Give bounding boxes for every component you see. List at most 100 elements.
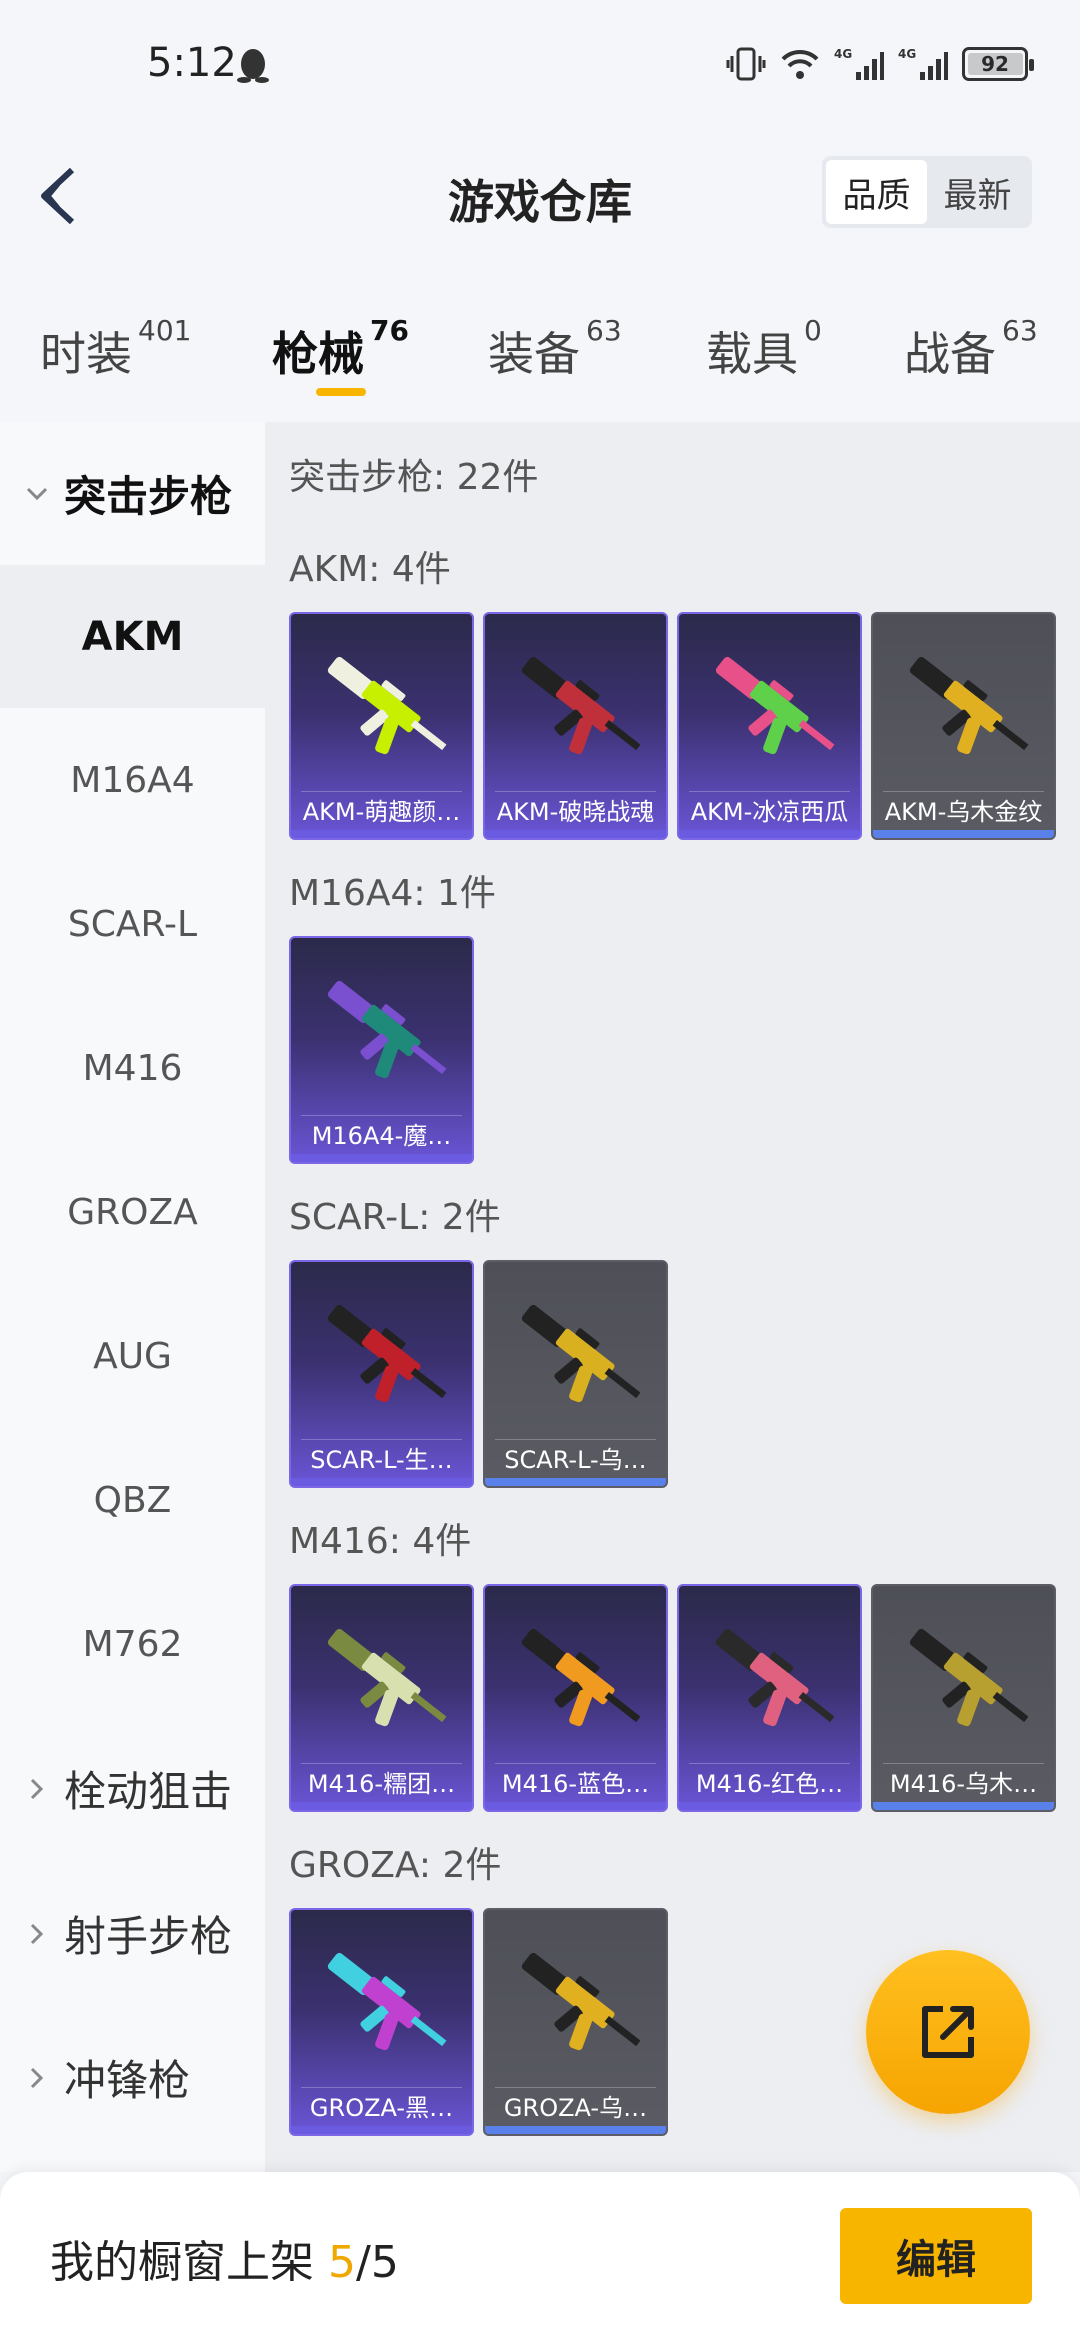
weapon-card[interactable]: SCAR-L-乌… [483, 1260, 668, 1488]
weapon-name: AKM-萌趣颜… [302, 798, 461, 826]
quality-bar [291, 2126, 472, 2134]
section-title: M416: 4件 [289, 1521, 472, 1562]
active-tab-indicator [316, 388, 366, 396]
quality-bar [873, 830, 1054, 838]
wifi-icon [781, 49, 819, 79]
showcase-label: 我的橱窗上架 [50, 2237, 314, 2288]
weapon-card[interactable]: M416-乌木… [871, 1584, 1056, 1812]
weapon-skin-image [521, 1304, 641, 1403]
quality-bar [485, 830, 666, 838]
signal-4g-icon-2: 4G [898, 47, 948, 80]
sidebar-item-aug[interactable]: AUG [0, 1285, 265, 1428]
sort-quality-button[interactable]: 品质 [826, 160, 927, 224]
weapon-card[interactable]: M416-蓝色… [483, 1584, 668, 1812]
weapon-grid-area: 突击步枪: 22件 AKM: 4件 AKM-萌趣颜… AKM-破晓战魂 AKM-冰凉西… [265, 422, 1080, 2172]
weapon-name: AKM-破晓战魂 [496, 798, 655, 826]
weapon-name: GROZA-黑… [309, 2094, 454, 2122]
weapon-name: M416-红色… [695, 1770, 844, 1798]
tab-count: 76 [370, 314, 409, 347]
sidebar-item-groza[interactable]: GROZA [0, 1141, 265, 1284]
sidebar-group-label: 射手步枪 [64, 1912, 233, 1961]
weapon-card[interactable]: M416-糯团… [289, 1584, 474, 1812]
showcase-status: 我的橱窗上架 5/5 [50, 2226, 399, 2290]
status-icons: 4G 4G 92 [726, 44, 1034, 84]
weapon-skin-image [327, 980, 447, 1079]
weapon-name: AKM-乌木金纹 [884, 798, 1043, 826]
weapon-skin-image [327, 1304, 447, 1403]
sidebar-item-m416[interactable]: M416 [0, 997, 265, 1140]
tab-fashion[interactable]: 时装 401 [40, 314, 191, 384]
weapon-card[interactable]: M16A4-魔… [289, 936, 474, 1164]
share-export-icon [922, 2006, 974, 2058]
section-title: GROZA: 2件 [289, 1845, 502, 1886]
svg-text:4G: 4G [898, 47, 916, 61]
showcase-total: /5 [356, 2237, 399, 2288]
quality-bar [485, 1802, 666, 1810]
sidebar-item-qbz[interactable]: QBZ [0, 1429, 265, 1572]
weapon-name: M416-乌木… [889, 1770, 1038, 1798]
weapon-card[interactable]: AKM-萌趣颜… [289, 612, 474, 840]
weapon-card[interactable]: GROZA-乌… [483, 1908, 668, 2136]
weapon-skin-image [521, 1628, 641, 1727]
tab-count: 401 [138, 314, 192, 347]
weapon-skin-image [909, 656, 1029, 755]
sidebar-group-marksman-rifle[interactable]: 射手步枪 [0, 1862, 265, 2005]
tab-weapons[interactable]: 枪械 76 [272, 314, 409, 384]
sort-latest-button[interactable]: 最新 [927, 160, 1028, 224]
quality-bar [485, 2126, 666, 2134]
quality-bar [679, 830, 860, 838]
weapon-name: M16A4-魔… [311, 1122, 452, 1150]
share-button[interactable] [866, 1950, 1030, 2114]
sidebar-group-label: 冲锋枪 [64, 2056, 191, 2105]
tab-equipment[interactable]: 装备 63 [488, 314, 622, 384]
weapon-card[interactable]: SCAR-L-生… [289, 1260, 474, 1488]
section-title: SCAR-L: 2件 [289, 1197, 501, 1238]
weapon-skin-image [327, 1952, 447, 2051]
chevron-right-icon [30, 2067, 44, 2088]
section-title: M16A4: 1件 [289, 873, 496, 914]
showcase-current: 5 [328, 2237, 356, 2288]
quality-bar [291, 1802, 472, 1810]
weapon-card[interactable]: AKM-冰凉西瓜 [677, 612, 862, 840]
weapon-name: SCAR-L-乌… [504, 1446, 647, 1474]
section-title: AKM: 4件 [289, 549, 451, 590]
qq-penguin-icon [237, 49, 269, 83]
showcase-bar: 我的橱窗上架 5/5 编辑 [0, 2172, 1080, 2340]
header: 游戏仓库 品质 最新 [0, 130, 1080, 260]
status-time: 5:12 [147, 40, 237, 86]
quality-bar [873, 1802, 1054, 1810]
weapon-card[interactable]: M416-红色… [677, 1584, 862, 1812]
tab-label: 装备 [488, 327, 580, 381]
sidebar-item-scar-l[interactable]: SCAR-L [0, 853, 265, 996]
sidebar-item-akm[interactable]: AKM [0, 565, 265, 708]
weapon-name: AKM-冰凉西瓜 [690, 798, 849, 826]
weapon-sidebar: 突击步枪 AKM M16A4 SCAR-L M416 GROZA AUG QBZ… [0, 422, 265, 2172]
tab-label: 载具 [706, 327, 798, 381]
weapon-skin-image [521, 1952, 641, 2051]
weapon-skin-image [715, 1628, 835, 1727]
sidebar-group-smg[interactable]: 冲锋枪 [0, 2006, 265, 2149]
weapon-skin-image [909, 1628, 1029, 1727]
weapon-skin-image [715, 656, 835, 755]
svg-text:4G: 4G [834, 47, 852, 61]
sidebar-group-bolt-sniper[interactable]: 栓动狙击 [0, 1717, 265, 1860]
weapon-name: M416-糯团… [307, 1770, 456, 1798]
battery-icon: 92 [962, 47, 1034, 81]
weapon-skin-image [327, 1628, 447, 1727]
edit-button[interactable]: 编辑 [840, 2208, 1032, 2304]
quality-bar [291, 830, 472, 838]
sidebar-item-m16a4[interactable]: M16A4 [0, 709, 265, 852]
sidebar-group-assault-rifle[interactable]: 突击步枪 [0, 422, 265, 565]
quality-bar [679, 1802, 860, 1810]
chevron-right-icon [30, 1778, 44, 1799]
sidebar-item-m762[interactable]: M762 [0, 1573, 265, 1716]
tab-count: 63 [586, 314, 622, 347]
weapon-card[interactable]: AKM-乌木金纹 [871, 612, 1056, 840]
tab-supplies[interactable]: 战备 63 [904, 314, 1038, 384]
sort-toggle: 品质 最新 [822, 156, 1032, 228]
weapon-card[interactable]: AKM-破晓战魂 [483, 612, 668, 840]
tab-vehicles[interactable]: 载具 0 [706, 314, 822, 384]
tab-count: 63 [1002, 314, 1038, 347]
status-bar: 5:12 4G 4G 92 [0, 0, 1080, 120]
weapon-card[interactable]: GROZA-黑… [289, 1908, 474, 2136]
